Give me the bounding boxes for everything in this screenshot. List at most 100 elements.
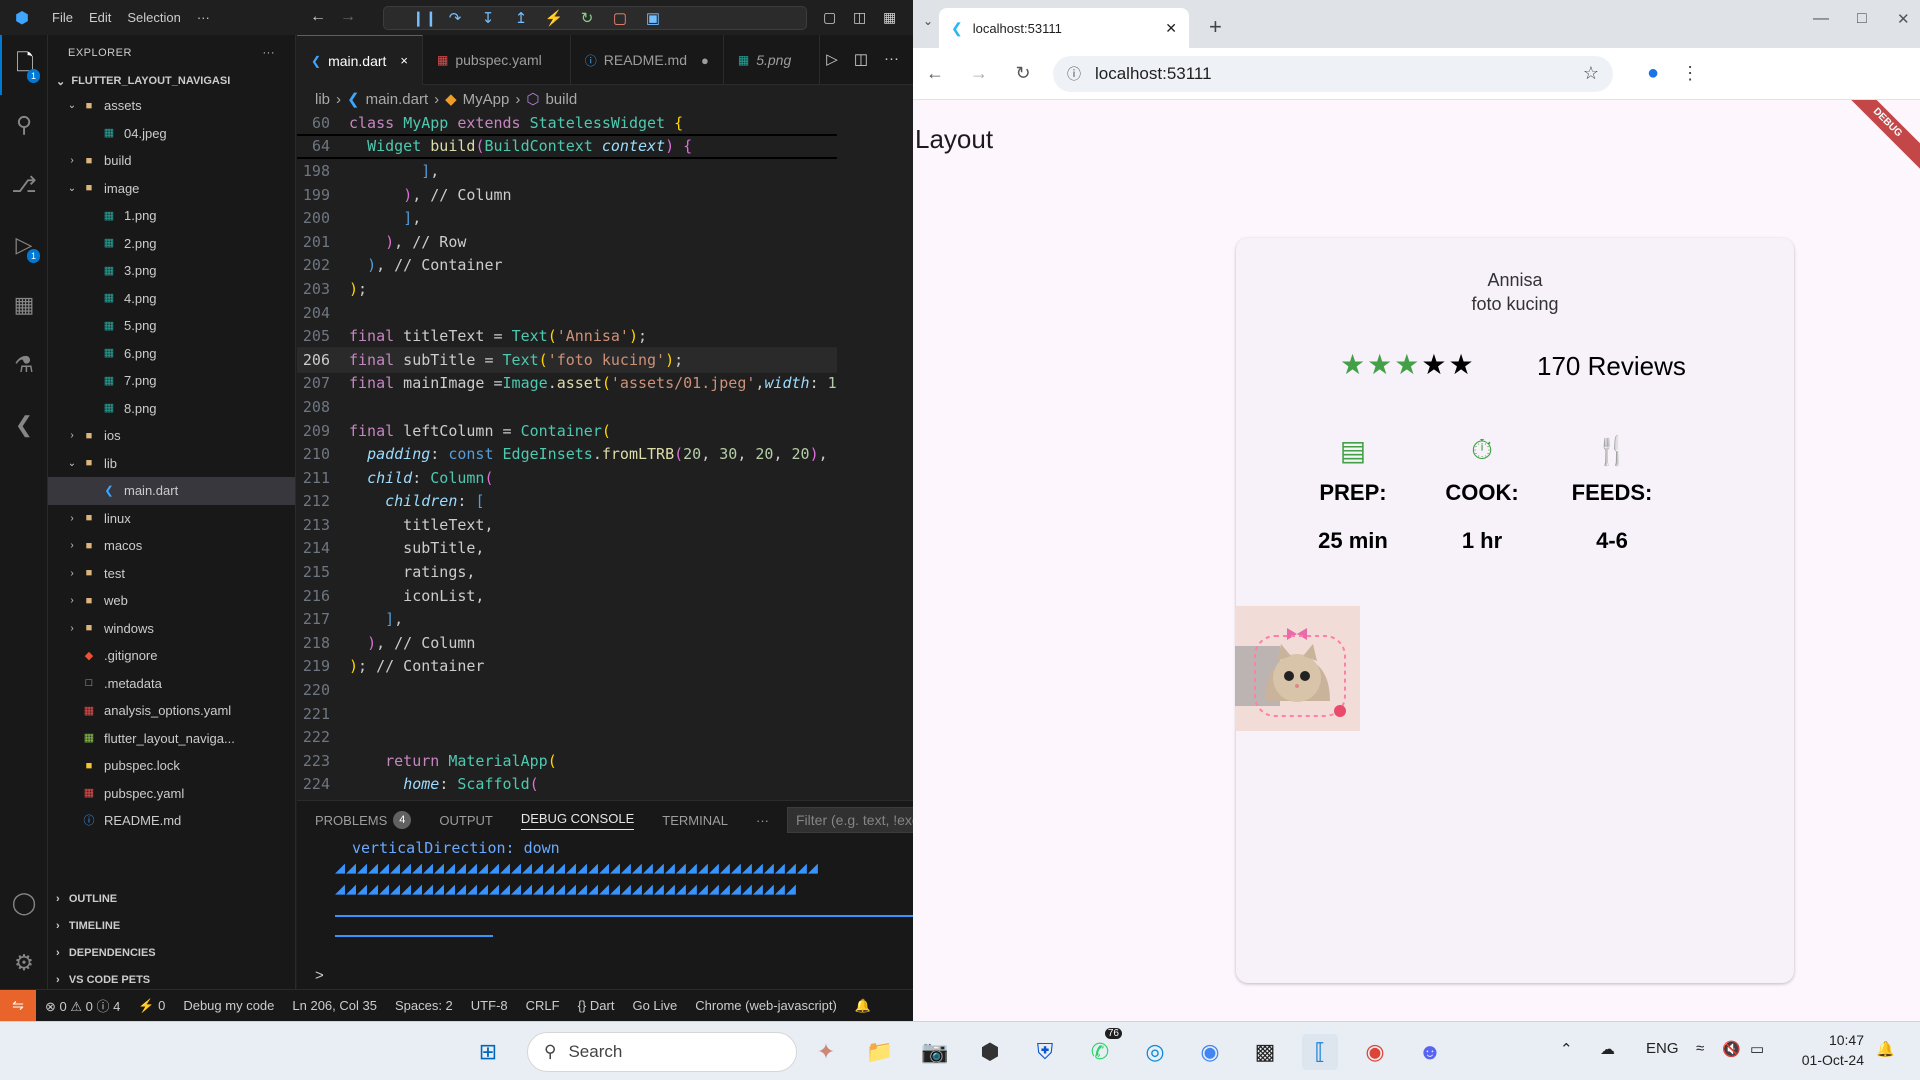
step-into-icon[interactable]: ↧ xyxy=(478,9,498,27)
tree-file[interactable]: ❮ main.dart xyxy=(48,477,295,505)
tree-file[interactable]: ■ pubspec.lock xyxy=(48,752,295,780)
tree-file[interactable]: ▦ 8.png xyxy=(48,395,295,423)
tree-folder[interactable]: › ■ build xyxy=(48,147,295,175)
tree-file[interactable]: ▦ 1.png xyxy=(48,202,295,230)
tab-pubspec-yaml[interactable]: ▦ pubspec.yaml xyxy=(423,35,571,85)
onedrive-icon[interactable]: ☁ xyxy=(1600,1040,1615,1058)
tree-file[interactable]: ▦ 7.png xyxy=(48,367,295,395)
run-icon[interactable]: ▷ xyxy=(826,50,838,68)
run-debug-icon[interactable]: ▷ 1 xyxy=(0,215,48,275)
source-control-icon[interactable]: ⎇ xyxy=(0,155,48,215)
tree-folder[interactable]: ⌄ ■ lib xyxy=(48,450,295,478)
chrome-taskbar-icon[interactable]: ◉ xyxy=(1357,1034,1393,1070)
security-shield-icon[interactable]: ⛨ xyxy=(1027,1034,1063,1070)
code-editor[interactable]: 60 class MyApp extends StatelessWidget { … xyxy=(297,112,837,800)
app-cube-icon[interactable]: ⬢ xyxy=(972,1034,1008,1070)
tree-folder[interactable]: › ■ web xyxy=(48,587,295,615)
status-go-live[interactable]: Go Live xyxy=(623,998,686,1013)
split-editor-icon[interactable]: ◫ xyxy=(854,50,868,68)
menu-selection[interactable]: Selection xyxy=(119,10,188,25)
tree-folder[interactable]: ⌄ ■ assets xyxy=(48,92,295,120)
tab-output[interactable]: OUTPUT xyxy=(439,813,492,828)
tab-search-icon[interactable]: ⌄ xyxy=(923,14,933,28)
tab-status-icon[interactable]: ● xyxy=(701,53,709,68)
reload-icon[interactable]: ↻ xyxy=(1001,63,1045,84)
tab-main-dart[interactable]: ❮ main.dart × xyxy=(297,35,424,85)
layout-panel-icon[interactable]: ▢ xyxy=(823,9,836,26)
tree-file[interactable]: ▦ 6.png xyxy=(48,340,295,368)
new-tab-icon[interactable]: + xyxy=(1209,14,1222,40)
tray-chevron-icon[interactable]: ⌃ xyxy=(1560,1040,1573,1058)
step-out-icon[interactable]: ↥ xyxy=(511,9,531,27)
tree-file[interactable]: ▦ 04.jpeg xyxy=(48,120,295,148)
profile-icon[interactable]: ● xyxy=(1647,62,1659,85)
menu-more[interactable]: ··· xyxy=(189,10,218,25)
status-spaces[interactable]: Spaces: 2 xyxy=(386,998,462,1013)
status-language[interactable]: {} Dart xyxy=(569,998,624,1013)
tree-file[interactable]: ▦ 5.png xyxy=(48,312,295,340)
chrome-close-icon[interactable]: ✕ xyxy=(1897,10,1910,28)
tab-debug-console[interactable]: DEBUG CONSOLE xyxy=(520,811,635,830)
volume-muted-icon[interactable]: 🔇 xyxy=(1722,1040,1741,1058)
back-icon[interactable]: ← xyxy=(913,63,957,84)
discord-icon[interactable]: ☻ xyxy=(1412,1034,1448,1070)
more-actions-icon[interactable]: ··· xyxy=(884,50,899,68)
status-cursor[interactable]: Ln 206, Col 35 xyxy=(283,998,386,1013)
stop-icon[interactable]: ▢ xyxy=(610,9,630,27)
crumb-lib[interactable]: lib xyxy=(315,91,330,108)
explorer-more-icon[interactable]: ··· xyxy=(263,47,276,59)
restart-icon[interactable]: ↻ xyxy=(577,9,597,27)
battery-icon[interactable]: ▭ xyxy=(1750,1040,1764,1058)
inspect-icon[interactable]: ▣ xyxy=(643,9,663,27)
explorer-icon[interactable]: 🗋 1 xyxy=(0,35,48,95)
tree-file[interactable]: ▦ pubspec.yaml xyxy=(48,780,295,808)
file-explorer-icon[interactable]: 📁 xyxy=(862,1034,898,1070)
console-prompt[interactable]: > xyxy=(315,967,324,984)
status-eol[interactable]: CRLF xyxy=(517,998,569,1013)
back-arrow-icon[interactable]: ← xyxy=(310,8,326,26)
tree-folder[interactable]: ⌄ ■ image xyxy=(48,175,295,203)
close-tab-icon[interactable]: ✕ xyxy=(1165,20,1177,37)
tree-file[interactable]: ▦ analysis_options.yaml xyxy=(48,697,295,725)
step-over-icon[interactable]: ↷ xyxy=(445,9,465,27)
tab-terminal[interactable]: TERMINAL xyxy=(662,813,728,828)
tree-folder[interactable]: › ■ linux xyxy=(48,505,295,533)
address-bar[interactable]: ⓘ localhost:53111 ☆ xyxy=(1053,55,1613,92)
chrome-minimize-icon[interactable]: — xyxy=(1813,10,1829,28)
forward-arrow-icon[interactable]: → xyxy=(340,8,356,26)
testing-icon[interactable]: ⚗ xyxy=(0,335,48,395)
vscode-taskbar-icon[interactable]: ⟦ xyxy=(1302,1034,1338,1070)
section-outline[interactable]: › OUTLINE xyxy=(48,885,295,912)
chrome-menu-icon[interactable]: ⋮ xyxy=(1681,63,1699,84)
tree-file[interactable]: □ .metadata xyxy=(48,670,295,698)
site-info-icon[interactable]: ⓘ xyxy=(1067,64,1081,84)
flutter-icon[interactable]: ❮ xyxy=(0,395,48,455)
wifi-icon[interactable]: ≈ xyxy=(1696,1040,1704,1057)
hot-reload-icon[interactable]: ⚡ xyxy=(544,9,564,27)
status-ports[interactable]: ⚡ 0 xyxy=(129,998,174,1014)
layout-customize-icon[interactable]: ▦ xyxy=(883,9,896,26)
extensions-icon[interactable]: ▦ xyxy=(0,275,48,335)
panel-more-icon[interactable]: ··· xyxy=(756,813,769,828)
chrome-profile-icon[interactable]: ◉ xyxy=(1192,1034,1228,1070)
tree-folder[interactable]: › ■ macos xyxy=(48,532,295,560)
start-icon[interactable]: ⊞ xyxy=(470,1034,506,1070)
crumb-class[interactable]: MyApp xyxy=(463,91,510,108)
settings-gear-icon[interactable]: ⚙ xyxy=(0,933,48,993)
taskbar-search[interactable]: ⚲ Search xyxy=(527,1032,797,1072)
section-dependencies[interactable]: › DEPENDENCIES xyxy=(48,939,295,966)
accounts-icon[interactable]: ◯ xyxy=(0,873,48,933)
notification-bell-icon[interactable]: 🔔 xyxy=(1876,1040,1895,1058)
whatsapp-icon[interactable]: ✆ 76 xyxy=(1082,1028,1122,1070)
pause-icon[interactable]: ❙❙ xyxy=(412,9,437,27)
status-device[interactable]: Chrome (web-javascript) xyxy=(686,998,846,1013)
tab-5-png[interactable]: ▦ 5.png xyxy=(724,35,821,85)
tab-problems[interactable]: PROBLEMS 4 xyxy=(315,811,412,829)
chrome-tab[interactable]: ❮ localhost:53111 ✕ xyxy=(939,8,1189,48)
tree-file[interactable]: ▦ flutter_layout_naviga... xyxy=(48,725,295,753)
crumb-method[interactable]: build xyxy=(545,91,577,108)
bookmark-star-icon[interactable]: ☆ xyxy=(1583,63,1599,84)
notifications-bell-icon[interactable]: 🔔 xyxy=(846,998,880,1014)
crumb-file[interactable]: main.dart xyxy=(366,91,429,108)
remote-icon[interactable]: ⇋ xyxy=(0,989,36,1022)
